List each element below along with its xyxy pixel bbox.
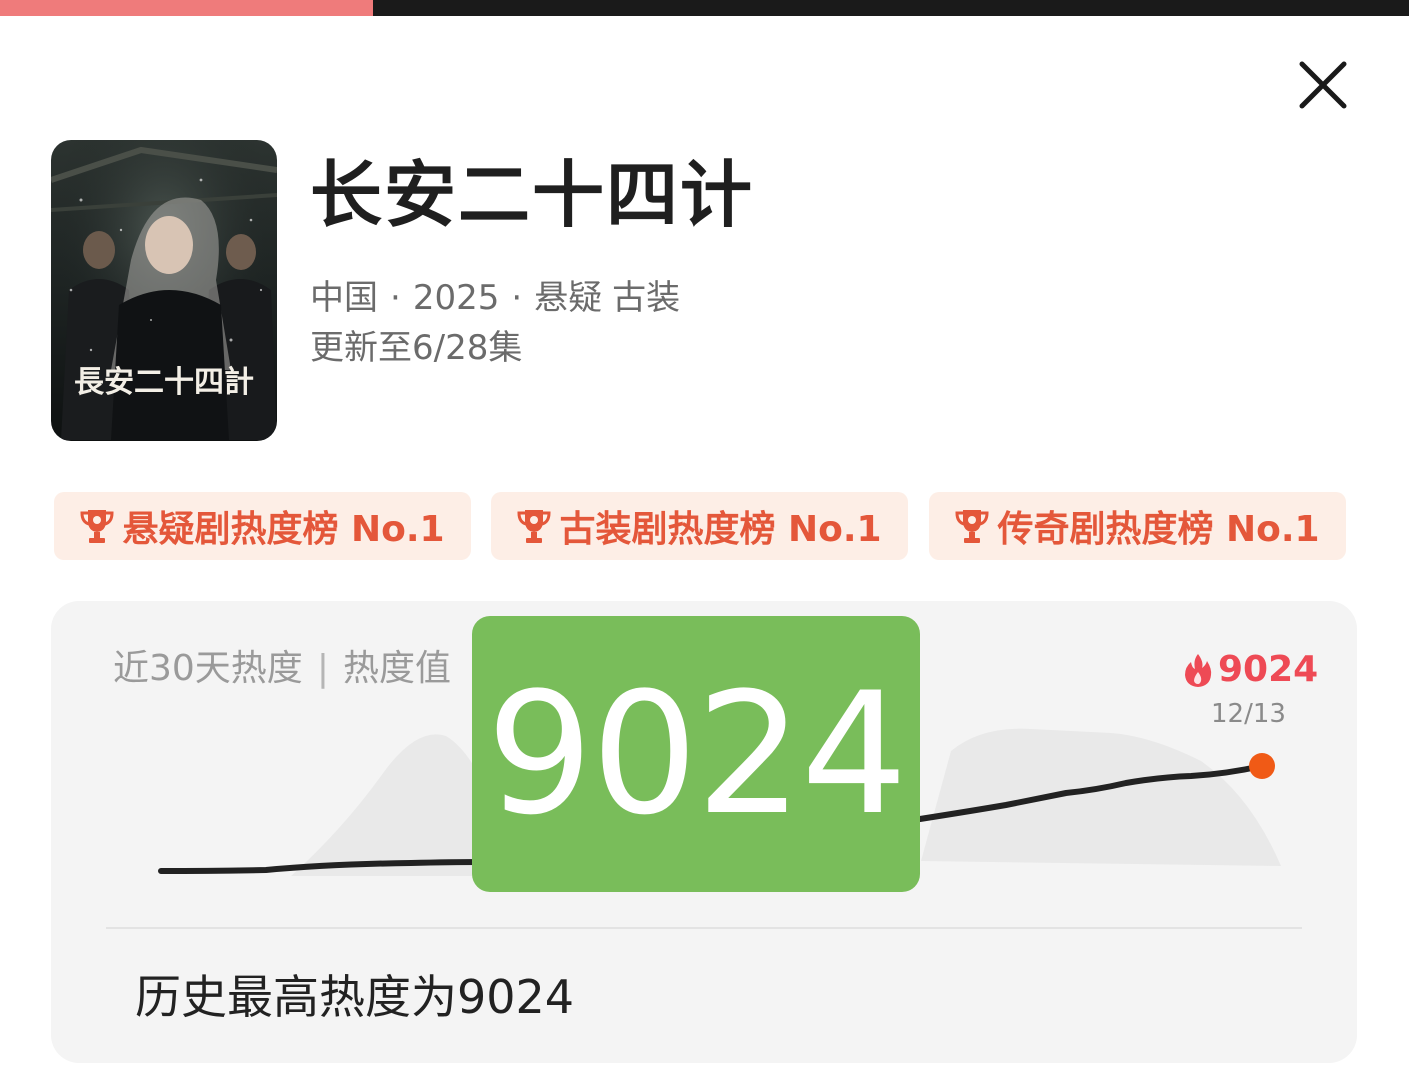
heat-header: 近30天热度 | 热度值 xyxy=(113,645,451,693)
loading-progress xyxy=(0,0,374,16)
peak-value: 9024 xyxy=(1218,649,1319,690)
ranking-badge[interactable]: 古装剧热度榜 No.1 xyxy=(491,492,908,560)
trend-endpoint[interactable] xyxy=(1249,753,1275,779)
top-bar xyxy=(0,0,1409,16)
close-button[interactable] xyxy=(1290,52,1356,118)
chart-backdrop xyxy=(921,728,1281,866)
show-genre: 古装 xyxy=(612,278,681,318)
trophy-icon xyxy=(955,510,989,543)
show-meta: 中国 · 2025 · 悬疑 古装 xyxy=(310,276,680,320)
header-separator: | xyxy=(316,648,329,689)
poster-title: 長安二十四計 xyxy=(74,365,254,400)
trophy-icon xyxy=(80,510,114,543)
meta-separator: · xyxy=(390,278,401,318)
heat-value-overlay: 9024 xyxy=(472,616,920,892)
show-genre: 悬疑 xyxy=(534,278,603,318)
badge-label: 古装剧热度榜 No.1 xyxy=(559,509,882,550)
peak-tag: 9024 xyxy=(1184,649,1318,690)
peak-date: 12/13 xyxy=(1211,699,1286,729)
badge-label: 悬疑剧热度榜 No.1 xyxy=(122,509,445,550)
show-title: 长安二十四计 xyxy=(310,153,755,237)
show-region: 中国 xyxy=(310,278,378,318)
show-poster[interactable]: 長安二十四計 xyxy=(51,140,277,441)
ranking-badge[interactable]: 悬疑剧热度榜 No.1 xyxy=(54,492,471,560)
update-status: 更新至6/28集 xyxy=(310,328,523,368)
show-year: 2025 xyxy=(412,278,500,318)
heat-metric-label: 热度值 xyxy=(342,648,451,689)
poster-image: 長安二十四計 xyxy=(51,140,277,441)
trophy-icon xyxy=(517,510,551,543)
record-text: 历史最高热度为9024 xyxy=(135,970,575,1024)
close-icon xyxy=(1299,61,1347,109)
flame-icon xyxy=(1185,653,1212,687)
ranking-badge[interactable]: 传奇剧热度榜 No.1 xyxy=(929,492,1346,560)
badge-label: 传奇剧热度榜 No.1 xyxy=(997,509,1320,550)
card-divider xyxy=(106,927,1302,929)
meta-separator: · xyxy=(511,278,523,318)
heat-range-label: 近30天热度 xyxy=(113,648,303,689)
overlay-value: 9024 xyxy=(486,656,908,852)
